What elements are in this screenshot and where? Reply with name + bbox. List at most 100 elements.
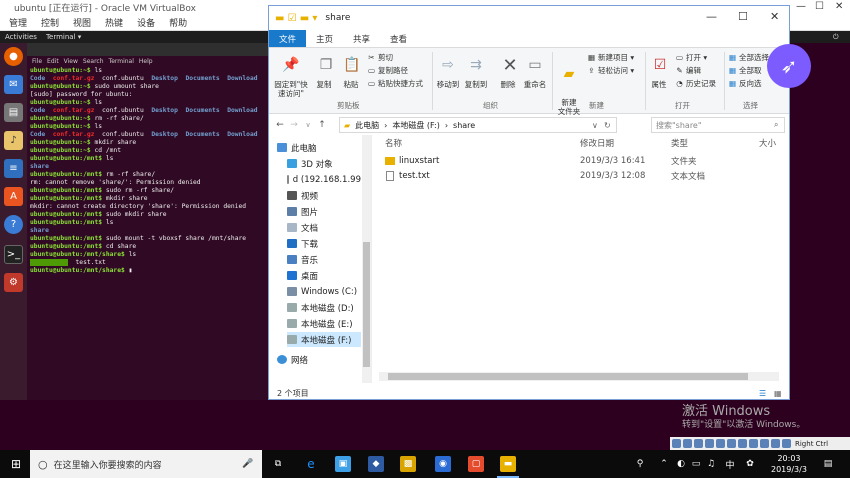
minimize-icon[interactable]: — [706,10,717,23]
taskbar-search-box[interactable]: ○ 在这里输入你要搜索的内容 🎤 [30,450,262,478]
select-all-button[interactable]: ▦ 全部选择 [728,53,769,62]
nav-music[interactable]: 音乐 [287,252,361,267]
menu-hotkey[interactable]: 热键 [105,16,123,29]
column-type[interactable]: 类型 [671,137,688,149]
nav-scrollbar[interactable] [362,135,371,383]
nav-documents[interactable]: 文档 [287,220,361,235]
nav-scrollbar-thumb[interactable] [363,242,370,367]
file-row[interactable]: linuxstart 2019/3/3 16:41 文件夹 [373,153,753,168]
windows-start-icon[interactable]: ⊞ [8,456,24,472]
file-row[interactable]: test.txt 2019/3/3 12:08 文本文档 [373,168,753,183]
term-menu-file[interactable]: File [32,58,42,66]
nav-pictures[interactable]: 图片 [287,204,361,219]
tab-share[interactable]: 共享 [343,30,380,47]
files-icon[interactable]: ▤ [4,103,23,122]
display-icon[interactable] [738,439,747,448]
nav-desktop[interactable]: 桌面 [287,268,361,283]
minimize-icon[interactable]: — [796,1,806,12]
virtualbox-icon[interactable]: ◆ [368,456,384,472]
menu-control[interactable]: 控制 [41,16,59,29]
breadcrumb-drive-f[interactable]: 本地磁盘 (F:) [392,120,439,131]
new-item-button[interactable]: ▦ 新建项目 ▾ [587,53,634,62]
address-bar[interactable]: ▰ 此电脑 › 本地磁盘 (F:) › share ∨ ↻ [339,117,617,133]
invert-selection-button[interactable]: ▦ 反向选 [728,79,762,88]
up-arrow-icon[interactable]: ↑ [315,120,329,130]
copy-button[interactable]: ❐ 复制 [313,52,335,90]
maximize-icon[interactable]: ☐ [738,10,748,23]
store-icon[interactable]: ▣ [335,456,351,472]
nav-3d-objects[interactable]: 3D 对象 [287,156,361,171]
notifications-icon[interactable]: ▤ [820,456,836,472]
mouse-integration-icon[interactable] [771,439,780,448]
new-folder-button[interactable]: ▰ 新建 文件夹 [555,52,583,117]
edit-button[interactable]: ✎ 编辑 [675,66,701,75]
cpu-icon[interactable] [760,439,769,448]
terminal-window[interactable]: File Edit View Search Terminal Help ubun… [27,43,272,400]
tray-app-icon[interactable]: ✿ [742,456,758,472]
nav-drive-d[interactable]: 本地磁盘 (D:) [287,300,361,315]
column-date[interactable]: 修改日期 [580,137,614,149]
copy-path-button[interactable]: ▭ 复制路径 [367,66,408,75]
taskbar-clock[interactable]: 20:03 2019/3/3 [771,453,807,475]
column-size[interactable]: 大小 [759,137,776,149]
terminal-output[interactable]: ubuntu@ubuntu:~$ ls Code conf.tar.gz con… [27,67,272,275]
optical-drive-icon[interactable] [683,439,692,448]
tray-app-icon[interactable]: ◐ [673,456,689,472]
address-dropdown-icon[interactable]: ∨ [592,121,598,130]
file-list-scrollbar[interactable] [379,372,779,381]
people-icon[interactable]: ⚲ [632,456,648,472]
menu-help[interactable]: 帮助 [169,16,187,29]
edge-icon[interactable]: e [303,456,319,472]
ime-indicator[interactable]: 中 [722,456,738,472]
video-capture-icon[interactable] [749,439,758,448]
nav-videos[interactable]: 视频 [287,188,361,203]
breadcrumb-this-pc[interactable]: 此电脑 [355,120,379,131]
easy-access-button[interactable]: ⇪ 轻松访问 ▾ [587,66,634,75]
screen-recorder-icon[interactable]: ▢ [468,456,484,472]
menu-view[interactable]: 视图 [73,16,91,29]
menu-manage[interactable]: 管理 [9,16,27,29]
select-none-button[interactable]: ▦ 全部取 [728,66,762,75]
refresh-icon[interactable]: ↻ [604,121,611,130]
copy-to-button[interactable]: ⇉ 复制到 [463,52,489,90]
paste-shortcut-button[interactable]: ▭ 粘贴快捷方式 [367,79,423,88]
software-icon[interactable]: A [4,187,23,206]
term-menu-help[interactable]: Help [139,58,153,66]
close-icon[interactable]: ✕ [835,1,843,12]
hdd-icon[interactable] [672,439,681,448]
microphone-icon[interactable]: 🎤 [242,459,253,469]
help-icon[interactable]: ? [4,215,23,234]
shared-folder-icon[interactable] [727,439,736,448]
volume-icon[interactable]: ♫ [703,456,719,472]
menu-devices[interactable]: 设备 [137,16,155,29]
tray-chevron-icon[interactable]: ⌃ [656,456,672,472]
nav-network-drive-d[interactable]: d (192.168.1.99 [287,172,361,187]
delete-button[interactable]: ✕ 删除 [497,52,519,89]
app-menu[interactable]: Terminal ▾ [46,33,81,41]
terminal-icon[interactable]: >_ [4,245,23,264]
firefox-icon[interactable]: ● [4,47,23,66]
nav-network[interactable]: 网络 [277,352,369,367]
term-menu-edit[interactable]: Edit [47,58,59,66]
tab-home[interactable]: 主页 [306,30,343,47]
browser-icon[interactable]: ◉ [435,456,451,472]
task-view-icon[interactable]: ⧉ [270,456,286,472]
network-tray-icon[interactable]: ▭ [688,456,704,472]
close-icon[interactable]: ✕ [770,10,779,23]
settings-gear-icon[interactable]: ⚙ [4,273,23,292]
keyboard-icon[interactable] [782,439,791,448]
properties-button[interactable]: ☑ 属性 [647,52,671,90]
rename-button[interactable]: ▭ 重命名 [521,52,549,90]
history-button[interactable]: ◔ 历史记录 [675,79,716,88]
forward-arrow-icon[interactable]: → [287,120,301,130]
column-name[interactable]: 名称 [385,137,402,149]
writer-icon[interactable]: ≡ [4,159,23,178]
term-menu-view[interactable]: View [64,58,78,66]
app-icon[interactable]: ▩ [400,456,416,472]
rhythmbox-icon[interactable]: ♪ [4,131,23,150]
recent-chevron-icon[interactable]: ∨ [301,121,315,129]
large-icons-view-icon[interactable]: ▦ [774,389,782,398]
quick-access-folder-icon[interactable]: ▬ ☑ ▬ ▾ [275,13,317,24]
nav-drive-f[interactable]: 本地磁盘 (F:) [287,332,361,347]
term-menu-search[interactable]: Search [83,58,104,66]
